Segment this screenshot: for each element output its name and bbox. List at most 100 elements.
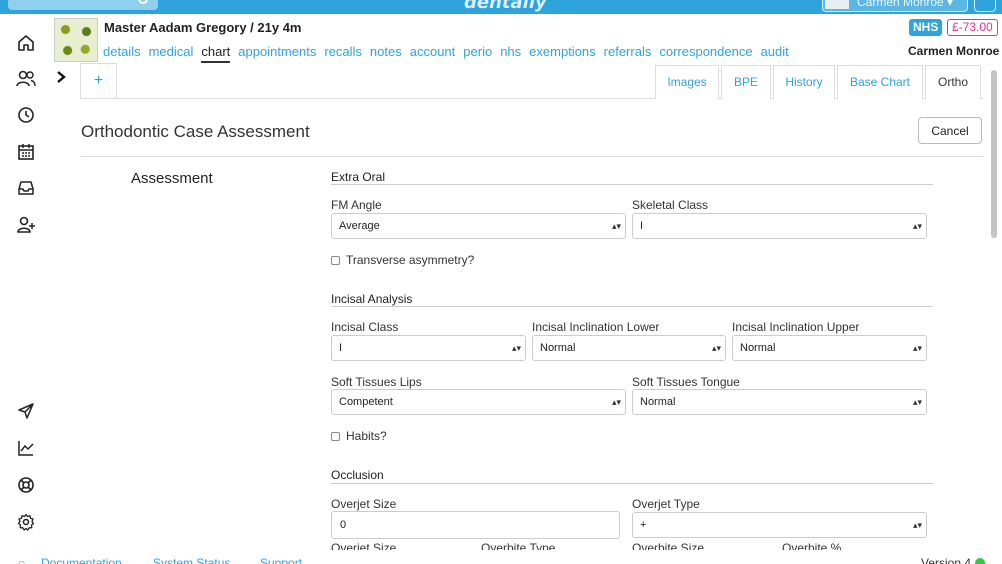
scrollbar-thumb[interactable]: [991, 70, 997, 238]
footer-link-documentation[interactable]: Documentation: [41, 556, 122, 564]
divider: [81, 156, 983, 157]
checkbox-box[interactable]: [331, 431, 340, 441]
next-row-clip: Overjet Size Overbite Type Overbite Size…: [0, 541, 1002, 550]
tab-nhs[interactable]: nhs: [500, 44, 521, 63]
fm-angle-label: FM Angle: [331, 198, 382, 212]
divider: [331, 306, 933, 307]
tab-notes[interactable]: notes: [370, 44, 402, 63]
incisal-inclination-lower-value: Normal: [540, 342, 576, 354]
incisal-inclination-lower-label: Incisal Inclination Lower: [532, 320, 660, 334]
divider: [331, 483, 933, 484]
global-search-input[interactable]: [8, 0, 158, 10]
skeletal-class-label: Skeletal Class: [632, 198, 709, 212]
tab-medical[interactable]: medical: [149, 44, 194, 63]
user-avatar: [825, 0, 849, 9]
user-menu[interactable]: Carmen Monroe ▾: [822, 0, 968, 12]
transverse-asymmetry-checkbox[interactable]: Transverse asymmetry?: [331, 253, 474, 267]
select-arrows-icon: ▴▾: [611, 397, 621, 407]
skeletal-class-value: I: [640, 220, 644, 232]
home-icon[interactable]: [15, 32, 37, 54]
sign-out-button[interactable]: [974, 0, 996, 12]
soft-tissues-tongue-label: Soft Tissues Tongue: [632, 375, 740, 389]
section-label: Assessment: [131, 170, 213, 187]
incisal-class-value: I: [339, 342, 343, 354]
send-icon[interactable]: [15, 400, 37, 422]
incisal-inclination-upper-select[interactable]: Normal ▴▾: [732, 335, 927, 361]
patient-tabs: details medical chart appointments recal…: [103, 44, 789, 63]
left-nav: [0, 14, 52, 550]
cancel-button[interactable]: Cancel: [918, 117, 982, 144]
tab-base-chart[interactable]: Base Chart: [837, 65, 923, 99]
incisal-inclination-lower-select[interactable]: Normal ▴▾: [532, 335, 726, 361]
tab-referrals[interactable]: referrals: [604, 44, 652, 63]
tab-account[interactable]: account: [410, 44, 456, 63]
soft-tissues-lips-select[interactable]: Competent ▴▾: [331, 389, 626, 415]
tab-correspondence[interactable]: correspondence: [659, 44, 752, 63]
divider: [331, 184, 933, 185]
version-label: Version 4: [921, 556, 972, 564]
chart-toolbar: + Images BPE History Base Chart Ortho: [80, 63, 984, 100]
incisal-class-label: Incisal Class: [331, 320, 399, 334]
incisal-inclination-upper-label: Incisal Inclination Upper: [732, 320, 860, 334]
calendar-icon[interactable]: [15, 141, 37, 163]
patient-avatar: [54, 18, 98, 62]
group-title-incisal-analysis: Incisal Analysis: [331, 292, 413, 306]
tab-audit[interactable]: audit: [761, 44, 789, 63]
fm-angle-select[interactable]: Average ▴▾: [331, 213, 626, 239]
add-chart-tab-button[interactable]: +: [80, 63, 117, 99]
incisal-class-select[interactable]: I ▴▾: [331, 335, 526, 361]
soft-tissues-lips-value: Competent: [339, 396, 393, 408]
checkbox-box[interactable]: [331, 255, 340, 265]
row2-label: Overjet Size: [331, 541, 397, 550]
footer-link-system-status[interactable]: System Status: [153, 556, 230, 564]
row2-label: Overbite Size: [632, 541, 705, 550]
tab-history[interactable]: History: [773, 65, 835, 99]
tab-images[interactable]: Images: [655, 65, 719, 99]
dentist-name: Carmen Monroe: [908, 44, 1000, 58]
tab-recalls[interactable]: recalls: [324, 44, 362, 63]
tab-perio[interactable]: perio: [463, 44, 492, 63]
top-bar: dentally Carmen Monroe ▾: [0, 0, 1002, 14]
reports-chart-icon[interactable]: [15, 437, 37, 459]
tab-exemptions[interactable]: exemptions: [529, 44, 595, 63]
patients-icon[interactable]: [15, 68, 37, 90]
row2-label: Overbite Type: [481, 541, 556, 550]
overjet-type-value: +: [640, 519, 647, 531]
footer-link-support[interactable]: Support: [260, 556, 302, 564]
footer-help-icon: ○: [18, 556, 26, 564]
inbox-icon[interactable]: [15, 177, 37, 199]
select-arrows-icon: ▴▾: [912, 343, 922, 353]
add-patient-icon[interactable]: [15, 214, 37, 236]
patient-name: Master Aadam Gregory / 21y 4m: [104, 20, 302, 35]
select-arrows-icon: ▴▾: [912, 221, 922, 231]
overjet-size-input[interactable]: 0: [331, 511, 620, 539]
status-dot-icon: [975, 558, 985, 564]
row2-label: Overbite %: [782, 541, 842, 550]
tab-chart[interactable]: chart: [201, 44, 231, 63]
group-title-extra-oral: Extra Oral: [331, 170, 386, 184]
expand-chevron-icon[interactable]: [56, 70, 66, 87]
select-arrows-icon: ▴▾: [912, 520, 922, 530]
tab-ortho[interactable]: Ortho: [925, 65, 981, 100]
overjet-size-label: Overjet Size: [331, 497, 397, 511]
habits-checkbox[interactable]: Habits?: [331, 429, 387, 443]
transverse-asymmetry-label: Transverse asymmetry?: [346, 253, 475, 267]
balance-badge[interactable]: £-73.00: [947, 19, 998, 36]
settings-gear-icon[interactable]: [15, 511, 37, 533]
select-arrows-icon: ▴▾: [611, 221, 621, 231]
clock-icon[interactable]: [15, 104, 37, 126]
nhs-badge[interactable]: NHS: [909, 19, 943, 36]
group-title-occlusion: Occlusion: [331, 468, 384, 482]
support-lifebuoy-icon[interactable]: [15, 474, 37, 496]
overjet-type-select[interactable]: + ▴▾: [632, 512, 927, 538]
brand-logo: dentally: [464, 0, 547, 13]
soft-tissues-lips-label: Soft Tissues Lips: [331, 375, 422, 389]
skeletal-class-select[interactable]: I ▴▾: [632, 213, 927, 239]
user-menu-label: Carmen Monroe ▾: [857, 0, 954, 9]
soft-tissues-tongue-select[interactable]: Normal ▴▾: [632, 389, 927, 415]
soft-tissues-tongue-value: Normal: [640, 396, 676, 408]
fm-angle-value: Average: [339, 220, 380, 232]
tab-appointments[interactable]: appointments: [238, 44, 316, 63]
tab-details[interactable]: details: [103, 44, 141, 63]
tab-bpe[interactable]: BPE: [721, 65, 771, 99]
